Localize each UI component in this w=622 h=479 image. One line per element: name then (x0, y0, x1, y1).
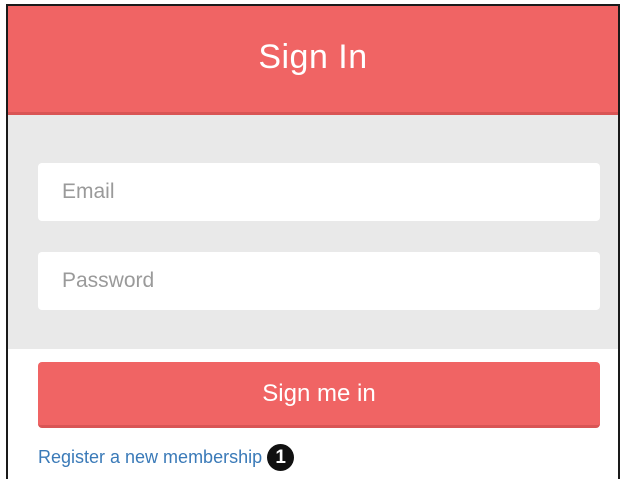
signin-header: Sign In (8, 6, 618, 115)
sign-in-button[interactable]: Sign me in (38, 362, 600, 428)
signin-panel: Sign In Sign me in Register a new member… (6, 4, 620, 479)
register-link[interactable]: Register a new membership (38, 447, 262, 468)
email-field[interactable] (38, 163, 600, 221)
page-title: Sign In (258, 37, 368, 76)
signin-form (8, 115, 618, 349)
password-field[interactable] (38, 252, 600, 310)
annotation-marker: 1 (267, 444, 295, 471)
register-row: Register a new membership 1 (38, 444, 295, 471)
